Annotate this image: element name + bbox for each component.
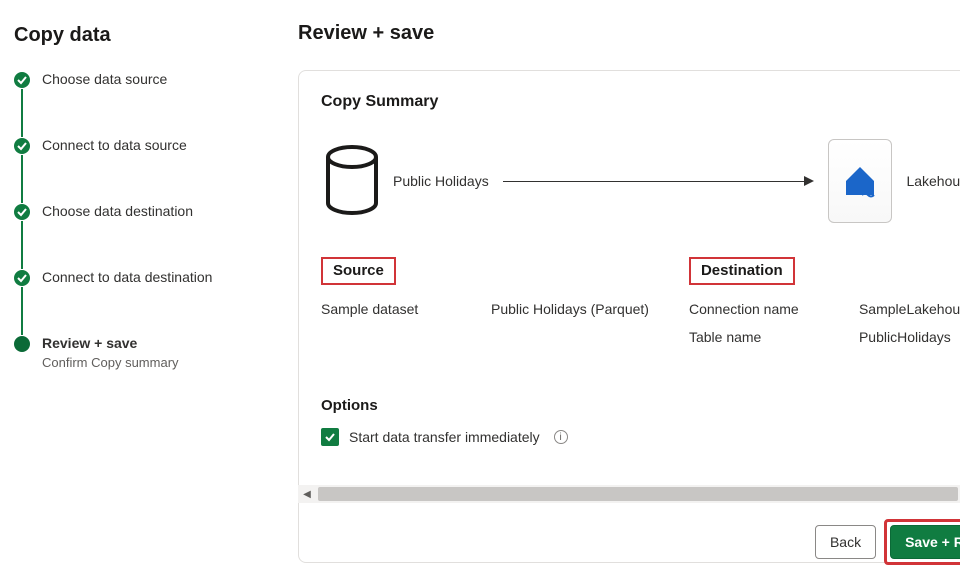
step-label: Choose data source [42,71,256,87]
step-list: Choose data source Connect to data sourc… [14,71,256,370]
check-icon [14,72,30,88]
dest-key: Connection name [689,301,859,317]
step-label: Connect to data source [42,137,256,153]
source-key: Sample dataset [321,301,491,317]
checkbox-label: Start data transfer immediately [349,429,540,445]
destination-row: Table name PublicHolidays [689,329,960,345]
horizontal-scrollbar[interactable]: ◀ ▶ [298,485,960,503]
source-heading: Source [321,257,396,285]
lakehouse-icon [828,139,892,223]
check-icon [324,431,336,443]
save-run-highlight: Save + Run [884,519,960,565]
sidebar-title: Copy data [14,24,256,47]
source-row: Sample dataset Public Holidays (Parquet) [321,301,649,317]
wizard-sidebar: Copy data Choose data source Connect to … [0,0,276,579]
current-step-icon [14,336,30,352]
step-connector [21,155,23,203]
step-sublabel: Confirm Copy summary [42,355,256,370]
diagram-dest-label: Lakehouse [906,173,960,189]
step-label: Connect to data destination [42,269,256,285]
card-title: Copy Summary [321,93,960,111]
source-column: Source Sample dataset Public Holidays (P… [321,257,649,357]
dest-key: Table name [689,329,859,345]
scrollbar-thumb[interactable] [318,487,958,501]
check-icon [14,138,30,154]
destination-column: Destination Connection name SampleLakeho… [689,257,960,357]
scroll-left-icon[interactable]: ◀ [298,485,316,503]
save-run-button[interactable]: Save + Run [890,525,960,559]
step-choose-data-destination[interactable]: Choose data destination [14,203,256,221]
diagram-source-label: Public Holidays [393,173,489,189]
step-connector [21,221,23,269]
step-connector [21,89,23,137]
check-icon [14,270,30,286]
step-connect-to-data-destination[interactable]: Connect to data destination [14,269,256,287]
source-value: Public Holidays (Parquet) [491,301,649,317]
destination-heading: Destination [689,257,795,285]
arrow-icon [503,176,815,186]
dest-value: PublicHolidays [859,329,951,345]
dest-value: SampleLakehouse [859,301,960,317]
step-review-save[interactable]: Review + save Confirm Copy summary [14,335,256,370]
database-icon [325,145,379,217]
step-choose-data-source[interactable]: Choose data source [14,71,256,89]
destination-row: Connection name SampleLakehouse [689,301,960,317]
summary-diagram: Public Holidays Lakehouse [325,139,960,223]
options-heading: Options [321,397,960,414]
page-title: Review + save [298,22,434,45]
check-icon [14,204,30,220]
info-icon[interactable]: i [554,430,568,444]
main-panel: Review + save Copy Summary Public Holida… [276,0,960,579]
step-label: Review + save [42,335,256,351]
start-transfer-checkbox[interactable] [321,428,339,446]
step-label: Choose data destination [42,203,256,219]
step-connect-to-data-source[interactable]: Connect to data source [14,137,256,155]
step-connector [21,287,23,335]
back-button[interactable]: Back [815,525,876,559]
